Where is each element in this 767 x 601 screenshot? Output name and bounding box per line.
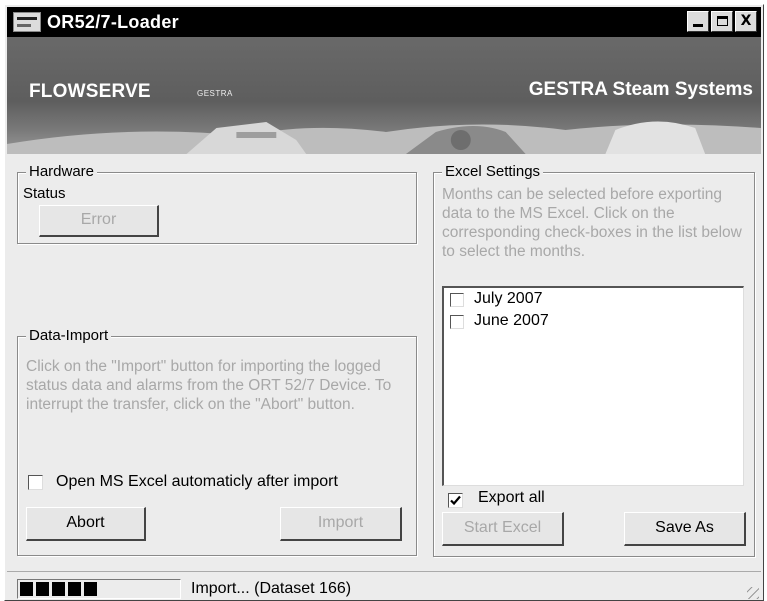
month-label: July 2007 bbox=[474, 290, 543, 307]
close-button[interactable]: X bbox=[735, 11, 757, 32]
minimize-icon bbox=[693, 24, 703, 27]
auto-excel-label[interactable]: Open MS Excel automaticly after import bbox=[56, 473, 338, 491]
banner-tagline: GESTRA Steam Systems bbox=[528, 79, 753, 100]
excel-settings-legend: Excel Settings bbox=[442, 163, 544, 180]
export-all-label[interactable]: Export all bbox=[478, 489, 545, 507]
excel-settings-group: Excel Settings Months can be selected be… bbox=[433, 163, 755, 557]
month-checkbox[interactable] bbox=[450, 315, 464, 329]
status-label: Status bbox=[23, 185, 66, 202]
gestra-sub-logo: GESTRA bbox=[197, 89, 233, 98]
month-checkbox[interactable] bbox=[450, 293, 464, 307]
close-icon: X bbox=[740, 13, 752, 29]
status-bar: Import... (Dataset 166) bbox=[7, 571, 761, 601]
app-icon[interactable] bbox=[13, 12, 41, 32]
status-error-button[interactable]: Error bbox=[39, 205, 159, 237]
maximize-button[interactable] bbox=[711, 11, 733, 32]
flowserve-logo: FLOWSERVE bbox=[29, 81, 151, 102]
import-description: Click on the "Import" button for importi… bbox=[26, 358, 392, 413]
progress-fill bbox=[20, 582, 97, 596]
data-import-group: Data-Import Click on the "Import" button… bbox=[17, 327, 417, 556]
minimize-button[interactable] bbox=[687, 11, 709, 32]
abort-button[interactable]: Abort bbox=[26, 507, 146, 541]
months-listbox[interactable]: July 2007 June 2007 bbox=[442, 286, 744, 486]
import-progress-bar bbox=[17, 579, 181, 599]
title-bar[interactable]: OR52/7-Loader X bbox=[7, 7, 761, 37]
auto-excel-checkbox[interactable] bbox=[28, 475, 43, 490]
status-message: Import... (Dataset 166) bbox=[191, 580, 352, 597]
header-banner: FLOWSERVE GESTRA GESTRA Steam Systems bbox=[7, 37, 761, 154]
window-title: OR52/7-Loader bbox=[47, 12, 179, 32]
save-as-button[interactable]: Save As bbox=[624, 512, 746, 546]
maximize-icon bbox=[716, 16, 728, 26]
month-label: June 2007 bbox=[474, 312, 549, 329]
checkmark-icon bbox=[450, 495, 461, 506]
data-import-legend: Data-Import bbox=[26, 327, 112, 344]
export-all-checkbox[interactable] bbox=[448, 493, 463, 508]
hardware-legend: Hardware bbox=[26, 163, 98, 180]
hardware-group: Hardware Status Error bbox=[17, 163, 417, 244]
start-excel-button[interactable]: Start Excel bbox=[442, 512, 564, 546]
app-window: OR52/7-Loader X FLOWSERVE GESTRA GESTRA … bbox=[4, 4, 764, 601]
banner-machinery-image bbox=[7, 121, 761, 154]
resize-grip-icon[interactable] bbox=[747, 587, 759, 599]
excel-description: Months can be selected before exporting … bbox=[442, 186, 742, 260]
import-button[interactable]: Import bbox=[280, 507, 402, 541]
